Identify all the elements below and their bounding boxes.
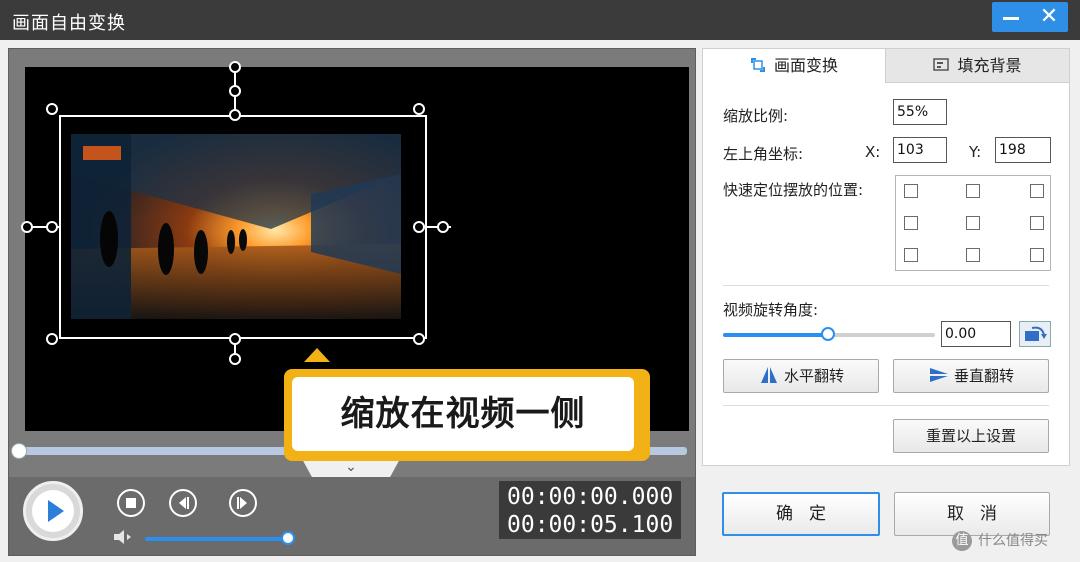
- watermark-text: 什么值得买: [978, 533, 1048, 549]
- next-frame-button[interactable]: [229, 489, 257, 517]
- current-time: 00:00:00.000: [507, 484, 674, 510]
- right-extra-handle[interactable]: [437, 221, 449, 233]
- position-top-center[interactable]: [966, 184, 980, 198]
- position-top-right[interactable]: [1030, 184, 1044, 198]
- handle-middle-right[interactable]: [413, 221, 425, 233]
- position-middle-right[interactable]: [1030, 216, 1044, 230]
- divider: [723, 285, 1049, 286]
- rotation-slider-fill: [723, 333, 829, 337]
- background-icon: [933, 58, 950, 71]
- settings-panel: 画面变换 填充背景 缩放比例: 55% 左上角坐标: X: 103 Y: 198…: [702, 48, 1070, 466]
- watermark: 值 什么值得买: [952, 528, 1076, 554]
- previous-frame-button[interactable]: [169, 489, 197, 517]
- position-bottom-right[interactable]: [1030, 248, 1044, 262]
- rotate-handle-joint[interactable]: [229, 85, 241, 97]
- bottom-extra-handle[interactable]: [229, 353, 241, 365]
- close-button[interactable]: ✕: [1030, 2, 1068, 32]
- timeline-knob[interactable]: [11, 443, 27, 459]
- flip-horizontal-icon: [760, 367, 777, 383]
- flip-vertical-icon: [929, 368, 948, 382]
- rotation-label: 视频旋转角度:: [723, 301, 819, 319]
- handle-middle-left[interactable]: [46, 221, 58, 233]
- window-title: 画面自由变换: [12, 13, 126, 34]
- rotate-button[interactable]: [1019, 321, 1051, 347]
- tab-background[interactable]: 填充背景: [885, 49, 1069, 83]
- total-time: 00:00:05.100: [507, 512, 674, 538]
- quick-position-grid: [895, 175, 1051, 271]
- y-label: Y:: [969, 143, 982, 161]
- dialog-window: 画面自由变换 ✕ ⌄ 00:00:00.000 00:00:05.100 缩放在…: [0, 0, 1080, 562]
- play-button[interactable]: [23, 481, 83, 541]
- watermark-logo: 值: [952, 531, 972, 551]
- window-buttons: ✕: [992, 2, 1068, 32]
- title-bar[interactable]: 画面自由变换 ✕: [0, 0, 1080, 40]
- stop-button[interactable]: [117, 489, 145, 517]
- position-top-left[interactable]: [904, 184, 918, 198]
- player-controls: 00:00:00.000 00:00:05.100: [9, 477, 695, 555]
- flip-horizontal-button[interactable]: 水平翻转: [723, 359, 879, 393]
- quick-position-label: 快速定位摆放的位置:: [723, 181, 864, 199]
- flip-horizontal-label: 水平翻转: [783, 367, 844, 385]
- divider: [723, 405, 1049, 406]
- preview-panel: ⌄ 00:00:00.000 00:00:05.100: [8, 48, 696, 556]
- handle-bottom-right[interactable]: [413, 333, 425, 345]
- previous-frame-icon: [179, 497, 189, 509]
- annotation-callout: 缩放在视频一侧: [284, 369, 650, 461]
- handle-bottom-left[interactable]: [46, 333, 58, 345]
- handle-top-left[interactable]: [46, 103, 58, 115]
- handle-top-right[interactable]: [413, 103, 425, 115]
- coord-label: 左上角坐标:: [723, 145, 804, 163]
- x-input[interactable]: 103: [893, 137, 947, 163]
- tab-transform[interactable]: 画面变换: [703, 49, 885, 83]
- y-input[interactable]: 198: [995, 137, 1051, 163]
- next-frame-icon: [237, 497, 247, 509]
- annotation-text: 缩放在视频一侧: [292, 377, 634, 451]
- tab-background-label: 填充背景: [957, 56, 1022, 75]
- handle-top-middle[interactable]: [229, 109, 241, 121]
- ok-button[interactable]: 确定: [722, 492, 880, 536]
- handle-bottom-middle[interactable]: [229, 333, 241, 345]
- rotate-handle[interactable]: [229, 61, 241, 73]
- volume-knob[interactable]: [281, 531, 295, 545]
- transform-icon: [750, 58, 765, 72]
- chevron-down-icon: ⌄: [345, 459, 357, 475]
- reset-button[interactable]: 重置以上设置: [893, 419, 1049, 453]
- flip-vertical-label: 垂直翻转: [953, 367, 1014, 385]
- scale-label: 缩放比例:: [723, 107, 789, 125]
- tooltip-arrow: [304, 348, 330, 362]
- rotate-icon: [1025, 326, 1047, 341]
- position-middle-left[interactable]: [904, 216, 918, 230]
- left-extra-handle[interactable]: [21, 221, 33, 233]
- timecode-display: 00:00:00.000 00:00:05.100: [499, 481, 681, 539]
- rotation-slider-knob[interactable]: [821, 327, 835, 341]
- volume-icon[interactable]: [113, 529, 135, 545]
- position-center[interactable]: [966, 216, 980, 230]
- flip-vertical-button[interactable]: 垂直翻转: [893, 359, 1049, 393]
- volume-slider[interactable]: [145, 537, 289, 541]
- minimize-button[interactable]: [992, 2, 1030, 32]
- transform-frame[interactable]: [59, 115, 427, 339]
- scale-input[interactable]: 55%: [893, 99, 947, 125]
- position-bottom-center[interactable]: [966, 248, 980, 262]
- tab-transform-label: 画面变换: [773, 56, 838, 75]
- play-icon: [48, 500, 64, 522]
- x-label: X:: [865, 143, 881, 161]
- rotation-input[interactable]: 0.00: [941, 321, 1011, 347]
- position-bottom-left[interactable]: [904, 248, 918, 262]
- play-button-face: [32, 490, 74, 532]
